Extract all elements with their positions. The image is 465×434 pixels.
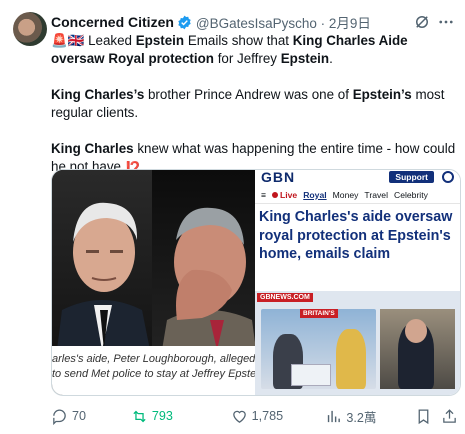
photo-caption: arles's aide, Peter Loughborough, allege… (52, 346, 255, 395)
heart-icon (232, 410, 246, 423)
share-button[interactable] (441, 408, 461, 425)
gbnews-screenshot[interactable]: GBN Support ≡ Live Royal Money Travel Ce… (255, 170, 460, 395)
gb-menu-icon: ≡ (261, 189, 267, 200)
media-attachment[interactable]: arles's aide, Peter Loughborough, allege… (51, 169, 461, 396)
gb-nav-travel: Travel (364, 189, 388, 200)
gb-live: Live (272, 190, 297, 200)
like-button[interactable]: 1,785 (231, 408, 326, 425)
gb-logo: GBN (261, 170, 296, 185)
gb-nav-royal: Royal (303, 189, 327, 200)
more-options-icon[interactable] (437, 13, 455, 31)
repost-button[interactable]: 793 (131, 408, 231, 425)
gb-headline: King Charles's aide oversaw royal protec… (259, 209, 453, 262)
views-icon (328, 410, 341, 422)
gb-support-button: Support (389, 171, 434, 183)
post-paragraph-1: 🚨🇬🇧 Leaked Epstein Emails show that King… (51, 33, 408, 66)
verified-badge-icon (178, 15, 191, 29)
bookmark-button[interactable] (415, 408, 441, 425)
views-button[interactable]: 3.2萬 (325, 407, 415, 426)
post-paragraph-2: King Charles’s brother Prince Andrew was… (51, 87, 445, 120)
gb-user-icon (442, 171, 454, 183)
share-icon (443, 408, 456, 423)
gb-studio (261, 309, 376, 389)
reply-icon (53, 409, 66, 425)
gb-reporter (380, 309, 455, 389)
avatar[interactable] (13, 12, 47, 46)
handle-and-date: @BGatesIsaPyscho · 2月9日 (195, 16, 371, 31)
photo-people-illustration (57, 202, 255, 350)
gb-tv-label: GBNEWS.COM (257, 293, 313, 302)
bookmark-icon (418, 408, 429, 424)
gb-show-label: BRITAIN'S (300, 309, 338, 318)
post-header: Concerned Citizen @BGatesIsaPyscho · 2月9… (51, 12, 455, 32)
author-name[interactable]: Concerned Citizen (51, 14, 174, 30)
grok-icon[interactable] (413, 13, 431, 31)
gb-topbar: GBN Support (255, 170, 460, 185)
reply-button[interactable]: 70 (51, 408, 131, 425)
post-actions: 70 793 1,785 3.2萬 (51, 406, 461, 426)
gb-nav: ≡ Live Royal Money Travel Celebrity (255, 186, 460, 204)
photo-image[interactable]: arles's aide, Peter Loughborough, allege… (52, 170, 255, 395)
gb-nav-celebrity: Celebrity (393, 189, 428, 200)
repost-icon (133, 410, 146, 422)
gb-tv-still: GBNEWS.COM BRITAIN'S (255, 291, 460, 395)
gb-nav-money: Money (332, 189, 359, 200)
